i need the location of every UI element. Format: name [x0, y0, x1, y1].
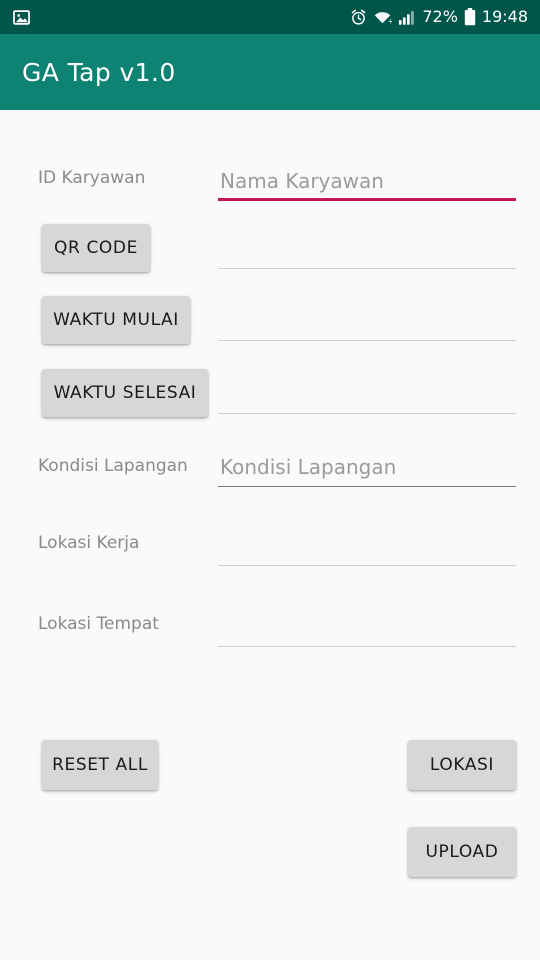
- field-waktu-selesai-value[interactable]: [218, 370, 516, 414]
- field-waktu-selesai-underline: [218, 413, 516, 414]
- app-bar: GA Tap v1.0: [0, 34, 540, 110]
- status-bar-right: + 72% 19:48: [350, 8, 528, 26]
- field-lokasi-tempat-underline: [218, 646, 516, 647]
- battery-percent-label: 72%: [422, 7, 458, 26]
- lokasi-button[interactable]: LOKASI: [408, 740, 516, 790]
- clock-label: 19:48: [481, 7, 528, 26]
- field-qr-code-result[interactable]: [218, 225, 516, 269]
- reset-all-button[interactable]: RESET ALL: [42, 740, 158, 790]
- image-icon: [12, 8, 31, 27]
- field-kondisi-lapangan-placeholder: Kondisi Lapangan: [220, 455, 397, 479]
- field-nama-karyawan-underline: [218, 198, 516, 201]
- waktu-mulai-button[interactable]: WAKTU MULAI: [42, 296, 190, 344]
- form-content: ID Karyawan Nama Karyawan QR CODE WAKTU …: [0, 110, 540, 960]
- battery-icon: [464, 8, 476, 26]
- alarm-icon: [350, 9, 367, 26]
- label-lokasi-tempat: Lokasi Tempat: [38, 614, 159, 634]
- status-bar-left: [12, 8, 31, 27]
- field-lokasi-kerja[interactable]: [218, 522, 516, 566]
- label-kondisi-lapangan: Kondisi Lapangan: [38, 456, 188, 476]
- upload-button[interactable]: UPLOAD: [408, 827, 516, 877]
- field-kondisi-lapangan[interactable]: Kondisi Lapangan: [218, 443, 516, 487]
- field-waktu-mulai-value[interactable]: [218, 297, 516, 341]
- app-title: GA Tap v1.0: [22, 57, 176, 87]
- signal-icon: [398, 9, 416, 26]
- app-screen: + 72% 19:48 GA Tap: [0, 0, 540, 960]
- label-id-karyawan: ID Karyawan: [38, 168, 146, 188]
- wifi-icon: +: [373, 9, 394, 26]
- label-lokasi-kerja: Lokasi Kerja: [38, 533, 140, 553]
- field-kondisi-lapangan-underline: [218, 486, 516, 487]
- field-lokasi-tempat[interactable]: [218, 603, 516, 647]
- field-nama-karyawan[interactable]: Nama Karyawan: [218, 157, 516, 201]
- field-lokasi-kerja-underline: [218, 565, 516, 566]
- field-waktu-mulai-underline: [218, 340, 516, 341]
- waktu-selesai-button[interactable]: WAKTU SELESAI: [42, 369, 208, 417]
- field-nama-karyawan-placeholder: Nama Karyawan: [220, 169, 384, 193]
- qr-code-button[interactable]: QR CODE: [42, 224, 150, 272]
- svg-text:+: +: [388, 17, 392, 25]
- status-bar: + 72% 19:48: [0, 0, 540, 34]
- field-qr-code-result-underline: [218, 268, 516, 269]
